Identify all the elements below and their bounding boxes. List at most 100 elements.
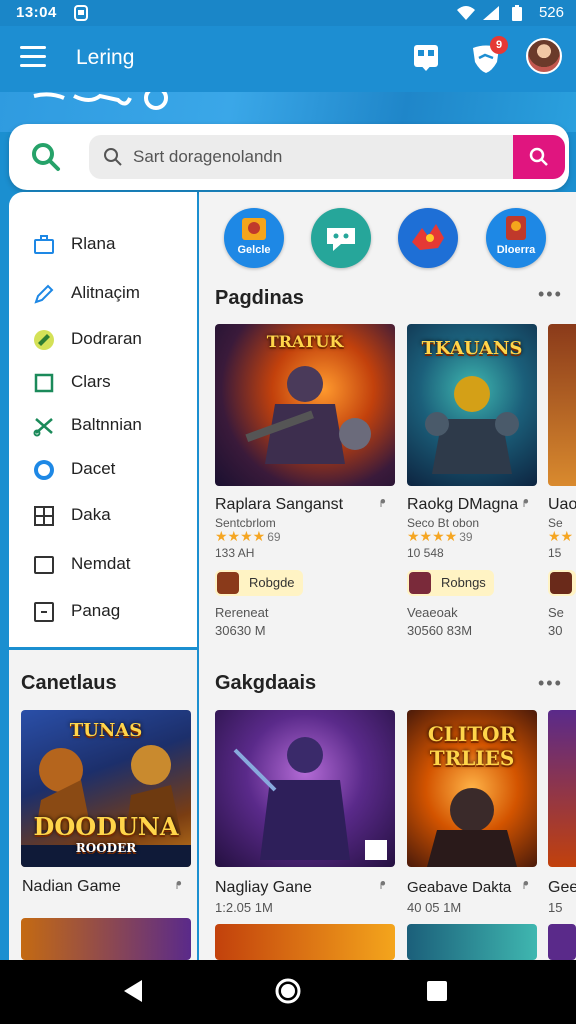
game-card-size: 1:2.05 1M <box>215 900 273 915</box>
pencil-icon <box>34 284 54 304</box>
game-art-title: TKAUANS <box>421 338 523 359</box>
search-icon[interactable] <box>31 142 61 177</box>
developer-pill[interactable]: Robngs <box>407 570 494 596</box>
more-options-icon[interactable]: ••• <box>538 673 563 694</box>
tag-icon: ᖰ <box>380 498 386 510</box>
square-dot-icon <box>34 602 54 622</box>
briefcase-icon <box>34 235 54 254</box>
category-circle[interactable] <box>311 208 371 268</box>
game-art-subtitle: ROODER <box>75 841 137 855</box>
game-card-image[interactable] <box>548 710 576 867</box>
drawer-item-panag[interactable]: Panag <box>9 591 197 631</box>
game-card-subtitle: Veaeoak <box>407 605 458 620</box>
dragon-icon <box>412 224 444 250</box>
store-icon[interactable] <box>408 40 444 76</box>
scissors-icon <box>33 418 53 437</box>
game-card-size: 40 05 1M <box>407 900 462 915</box>
game-card-image[interactable]: TRATUK <box>215 324 395 486</box>
developer-thumb <box>409 572 431 594</box>
game-art-title-top: TUNAS <box>69 720 143 741</box>
drawer-item-rlana[interactable]: Rlana <box>9 224 197 264</box>
game-card-image[interactable] <box>215 710 395 867</box>
game-card-title[interactable]: Raokg DMagna <box>407 496 518 514</box>
drawer-item-label: Nemdat <box>71 554 131 573</box>
avatar[interactable] <box>526 38 562 74</box>
tag-icon: ᖰ <box>380 880 386 892</box>
tag-icon: ᖰ <box>523 880 529 892</box>
game-card-image[interactable] <box>548 924 576 960</box>
category-circle[interactable]: Gelcle <box>224 208 284 268</box>
drawer-item-daka[interactable]: Daka <box>9 495 197 535</box>
game-card-title[interactable]: Uao <box>548 496 576 514</box>
status-time: 13:04 <box>16 4 57 21</box>
game-art-title: CLITOR TRLIES <box>427 722 517 770</box>
drawer-item-label: Alitnaçim <box>71 283 140 302</box>
game-card-title[interactable]: Raplara Sanganst <box>215 496 343 514</box>
category-circle[interactable]: Dloerra <box>486 208 546 268</box>
tag-icon: ᖰ <box>176 880 182 892</box>
game-card-image[interactable] <box>215 924 395 960</box>
frame-icon <box>34 556 54 574</box>
game-card-title[interactable]: Geabave Dakta <box>407 879 511 896</box>
game-card-title[interactable]: Nagliay Gane <box>215 879 312 897</box>
category-circle[interactable] <box>398 208 458 268</box>
game-card-size: 133 AH <box>215 546 255 560</box>
shield-notification-button[interactable]: 9 <box>468 36 508 76</box>
search-input[interactable] <box>133 141 503 173</box>
drawer-item-label: Dacet <box>71 459 116 478</box>
game-card-price: 30630 M <box>215 623 266 638</box>
game-card-image[interactable] <box>548 324 576 486</box>
battery-percent: 526 <box>538 4 564 21</box>
signal-icon <box>482 5 500 25</box>
rating-stars: ★★ <box>548 528 574 544</box>
grid-icon <box>34 506 54 526</box>
game-art-title: DOODUNA <box>33 812 179 841</box>
wifi-icon <box>456 5 476 25</box>
developer-pill[interactable] <box>548 570 576 596</box>
game-card-price: 30560 83M <box>407 623 473 638</box>
game-card-image[interactable]: CLITOR TRLIES <box>407 710 537 867</box>
rating-count: 39 <box>459 530 473 544</box>
nav-drawer: Rlana Alitnaçim Dodraran Clars Baltnnian… <box>9 192 197 647</box>
game-card-subtitle: Se <box>548 605 564 620</box>
system-nav-bar <box>0 960 576 1024</box>
game-card-title[interactable]: Gee <box>548 879 576 897</box>
recents-icon[interactable] <box>426 980 448 1007</box>
app-title: Lering <box>76 46 135 69</box>
drawer-item-label: Clars <box>71 372 111 391</box>
tag-icon: ᖰ <box>523 498 529 510</box>
search-submit-button[interactable] <box>513 135 565 179</box>
game-card-image[interactable]: TKAUANS <box>407 324 537 486</box>
drawer-item-label: Baltnnian <box>71 415 142 434</box>
home-icon[interactable] <box>274 977 302 1010</box>
drawer-item-label: Daka <box>71 505 111 524</box>
developer-pill-label: Robgde <box>249 575 295 590</box>
game-card-subtitle: Rereneat <box>215 605 269 620</box>
game-icon <box>242 218 266 240</box>
drawer-item-baltnnian[interactable]: Baltnnian <box>9 405 197 445</box>
developer-pill[interactable]: Robgde <box>215 570 303 596</box>
circle-target-icon <box>34 460 54 480</box>
drawer-item-label: Rlana <box>71 234 116 253</box>
menu-icon[interactable] <box>20 46 46 70</box>
game-card-image[interactable]: TUNAS DOODUNA ROODER <box>21 710 191 867</box>
notification-icon <box>74 5 88 25</box>
drawer-item-dacet[interactable]: Dacet <box>9 449 197 489</box>
game-card-price: 30 <box>548 623 563 638</box>
game-card-image[interactable] <box>21 918 191 960</box>
back-icon[interactable] <box>120 978 144 1009</box>
drawer-item-label: Dodraran <box>71 329 142 348</box>
drawer-item-alitnacim[interactable]: Alitnaçim <box>9 273 197 313</box>
drawer-item-dodraran[interactable]: Dodraran <box>9 319 197 359</box>
drawer-item-clars[interactable]: Clars <box>9 362 197 402</box>
rating-count: 69 <box>267 530 281 544</box>
more-options-icon[interactable]: ••• <box>538 284 563 305</box>
drawer-item-nemdat[interactable]: Nemdat <box>9 544 197 584</box>
game-card-image[interactable] <box>407 924 537 960</box>
game-card-size: 15 <box>548 546 562 560</box>
rating-stars: ★★★★ 69 <box>215 528 281 544</box>
game-art-title: TRATUK <box>266 332 344 351</box>
status-bar: 13:04 526 <box>0 0 576 26</box>
game-card-title[interactable]: Nadian Game <box>22 878 121 896</box>
drawer-item-label: Panag <box>71 601 121 620</box>
